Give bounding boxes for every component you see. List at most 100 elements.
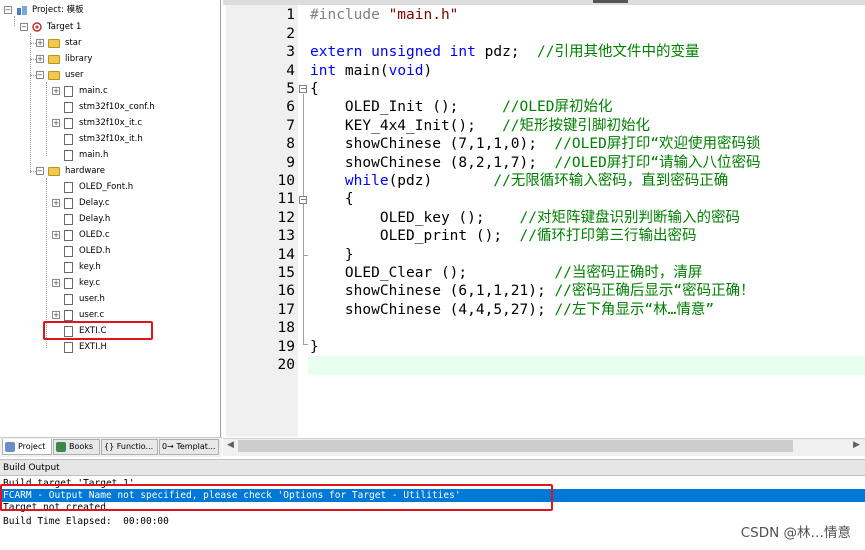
tree-file[interactable]: Delay.h [52,211,110,227]
code-text: showChinese (6,1,1,21); [310,283,555,299]
code-keyword: extern unsigned int [310,44,476,60]
scrollbar-thumb[interactable] [238,440,793,452]
code-text: OLED_key (); [310,210,520,226]
tree-file[interactable]: OLED.h [52,243,110,259]
project-panel: − Project: 模板 − Target 1 + star + librar… [0,0,221,440]
tab-project[interactable]: Project [2,439,52,455]
tab-label: {} Functio... [104,442,154,451]
code-comment: //引用其他文件中的变量 [536,44,700,60]
annotation-box [0,484,553,511]
tree-file[interactable]: main.h [52,147,108,163]
line-number: 9 [286,155,295,171]
code-line: OLED_Init (); //OLED屏初始化 [310,98,613,116]
tree-file[interactable]: + Delay.c [52,195,110,211]
target-icon [32,22,42,32]
expand-icon[interactable]: + [52,231,60,239]
tree-file-label: main.c [79,86,108,96]
scroll-right-icon[interactable]: ▶ [853,440,860,450]
active-tab-indicator[interactable] [593,0,628,3]
tree-file[interactable]: + key.c [52,275,100,291]
scroll-left-icon[interactable]: ◀ [227,440,234,450]
tree-folder[interactable]: + library [36,51,92,67]
tree-file[interactable]: stm32f10x_it.h [52,131,143,147]
code-text: pdz; [475,44,537,60]
fold-collapse-icon[interactable]: − [299,196,307,204]
tree-folder[interactable]: − user [36,67,84,83]
fold-end [303,344,308,345]
tab-functions[interactable]: {} Functio... [101,439,158,455]
project-root[interactable]: − Project: 模板 [4,2,84,18]
tree-file-label: Delay.h [79,214,111,224]
fold-collapse-icon[interactable]: − [299,85,307,93]
expand-icon[interactable]: + [52,199,60,207]
tree-file[interactable]: key.h [52,259,101,275]
line-number: 16 [277,283,295,299]
expand-icon[interactable]: + [36,39,44,47]
code-line: { [310,190,354,208]
tab-books[interactable]: Books [53,439,100,455]
code-line: showChinese (7,1,1,0); //OLED屏打印“欢迎使用密码锁 [310,135,761,153]
tree-file[interactable]: stm32f10x_conf.h [52,99,155,115]
code-line: #include "main.h" [310,6,458,24]
tree-file[interactable]: + stm32f10x_it.c [52,115,142,131]
collapse-icon[interactable]: − [36,71,44,79]
code-text: (pdz) [388,173,494,189]
tree-folder-label: hardware [65,166,106,176]
tab-templates[interactable]: 0→ Templat... [159,439,219,455]
expand-icon[interactable]: + [52,279,60,287]
line-number: 6 [286,99,295,115]
collapse-icon[interactable]: − [36,167,44,175]
tree-file[interactable]: OLED_Font.h [52,179,133,195]
line-number: 18 [277,320,295,336]
file-icon [64,133,73,145]
line-number: 4 [286,63,295,79]
books-icon [56,442,66,452]
tree-file-label: main.h [79,150,109,160]
code-text: { [310,81,319,97]
file-icon [64,85,73,97]
expand-icon[interactable]: + [52,87,60,95]
collapse-icon[interactable]: − [20,23,28,31]
panel-tab-bar: Project Books {} Functio... 0→ Templat..… [0,437,222,457]
code-comment: //循环打印第三行输出密码 [519,228,697,244]
tab-label: Project [18,441,46,451]
tree-file[interactable]: + main.c [52,83,108,99]
line-number: 14 [277,247,295,263]
tree-file[interactable]: user.h [52,291,105,307]
file-icon [64,101,73,113]
tree-file-label: stm32f10x_conf.h [79,102,155,112]
code-text: OLED_Clear (); [310,265,555,281]
tree-target[interactable]: − Target 1 [20,19,81,35]
code-keyword: while [310,173,389,189]
code-comment: //当密码正确时，清屏 [554,265,703,281]
tree-folder[interactable]: − hardware [36,163,105,179]
code-comment: //对矩阵键盘识别判断输入的密码 [519,210,740,226]
tree-file[interactable]: + OLED.c [52,227,110,243]
expand-icon[interactable]: + [36,55,44,63]
line-number: 3 [286,44,295,60]
file-icon [64,213,73,225]
line-number: 1 [286,7,295,23]
project-root-label: Project: 模板 [32,5,84,15]
file-icon [64,149,73,161]
tree-file-label: OLED.c [79,230,110,240]
expand-icon[interactable]: + [52,119,60,127]
build-output-title: Build Output [0,459,865,476]
tree-file-label: stm32f10x_it.h [79,134,143,144]
expand-icon[interactable]: + [52,311,60,319]
fold-guide [303,94,304,344]
project-icon [5,441,15,452]
code-comment: //矩形按键引脚初始化 [502,118,651,134]
tree-file[interactable]: EXTI.H [52,339,107,355]
tab-label: Books [69,442,94,451]
code-comment: //无限循环输入密码，直到密码正确 [493,173,729,189]
code-text: main( [336,63,389,79]
line-number: 10 [277,173,295,189]
target-label: Target 1 [47,22,82,32]
line-number: 19 [277,339,295,355]
line-number: 8 [286,136,295,152]
collapse-icon[interactable]: − [4,6,12,14]
code-line: extern unsigned int pdz; //引用其他文件中的变量 [310,43,699,61]
tree-folder[interactable]: + star [36,35,81,51]
build-line[interactable]: Build Time Elapsed: 00:00:00 [3,516,169,528]
